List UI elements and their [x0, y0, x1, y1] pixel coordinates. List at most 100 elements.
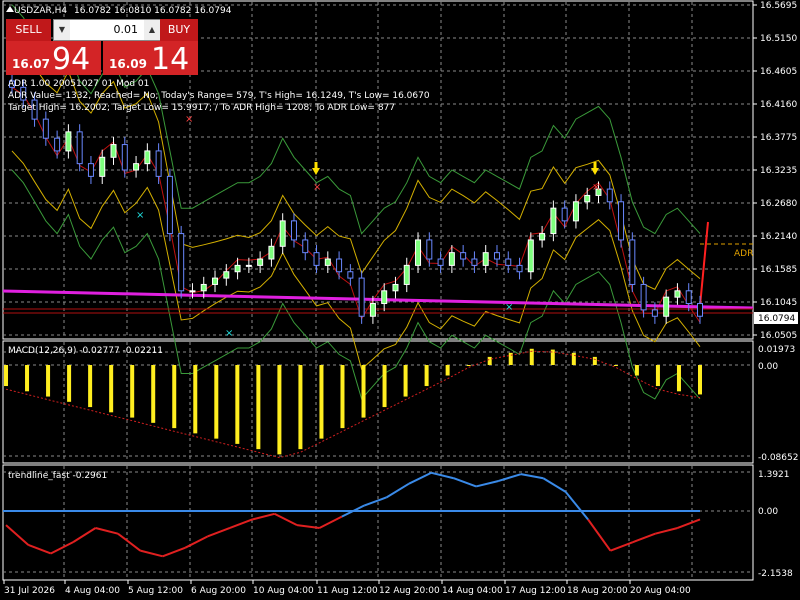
candle-body	[200, 283, 207, 292]
price-tick-label: 16.2140	[760, 232, 797, 242]
candle-body	[223, 271, 230, 279]
cross-marker-icon: ×	[225, 328, 233, 339]
trend-segment	[677, 518, 701, 529]
buy-price-big: 14	[151, 42, 190, 77]
candle-body	[369, 303, 376, 317]
price-tick-label: 16.3235	[760, 166, 797, 176]
candle-body	[212, 277, 219, 285]
candle-body	[697, 303, 703, 317]
candle-body	[663, 296, 670, 317]
candle-body	[54, 137, 61, 152]
macd-bar	[298, 365, 303, 450]
trend-segment	[140, 549, 163, 558]
candle-body	[448, 252, 455, 266]
price-tick-label: 16.2680	[760, 199, 797, 209]
macd-bar	[235, 365, 240, 444]
adr-line-2: ADR Value= 1332, Reached= No; Today's Ra…	[8, 91, 430, 101]
sell-price-box[interactable]: 16.07 94	[6, 41, 101, 77]
lot-stepper[interactable]: ▼ 0.01 ▲	[53, 19, 161, 41]
macd-bar	[361, 365, 366, 418]
trend-segment	[498, 473, 522, 482]
candle-body	[381, 290, 388, 305]
macd-bar	[109, 365, 114, 413]
macd-bar	[676, 365, 681, 392]
time-tick-label: 14 Aug 04:00	[442, 586, 503, 596]
macd-axis-zero: 0.00	[758, 362, 778, 372]
macd-bar	[382, 365, 387, 408]
trend-axis-top: 1.3921	[758, 470, 790, 480]
trend-segment	[28, 544, 52, 555]
time-tick-label: 11 Aug 12:00	[317, 586, 378, 596]
lot-decrease-icon[interactable]: ▼	[54, 20, 70, 40]
macd-bar	[130, 365, 135, 418]
buy-button[interactable]: BUY	[160, 19, 198, 41]
lot-increase-icon[interactable]: ▲	[144, 20, 160, 40]
trend-segment	[184, 535, 208, 549]
trend-segment	[72, 527, 97, 543]
candle-body	[572, 201, 579, 222]
macd-bar	[487, 356, 492, 365]
candle-body	[121, 144, 128, 171]
candle-body	[257, 258, 264, 266]
candle-body	[302, 239, 309, 254]
time-tick-label: 4 Aug 04:00	[65, 586, 120, 596]
adr-line-3: Target High= 16.2002; Target Low= 15.991…	[7, 103, 395, 113]
candle-body	[471, 258, 478, 266]
trend-segment	[453, 477, 477, 488]
candle-body	[392, 283, 399, 292]
candle-body	[651, 309, 658, 317]
sell-button[interactable]: SELL	[6, 19, 51, 41]
time-tick-label: 5 Aug 12:00	[128, 586, 183, 596]
macd-bar	[256, 365, 261, 450]
cross-marker-icon: ×	[505, 302, 513, 313]
trend-axis-zero: 0.00	[758, 507, 778, 517]
macd-axis-bottom: -0.08652	[758, 453, 798, 463]
candle-body	[245, 264, 252, 267]
candle-body	[178, 233, 185, 292]
candle-body	[99, 156, 106, 177]
chart-svg[interactable]: × × × × × × USDZAR,H4 16.0782 16.0810 16.0782…	[0, 0, 800, 600]
trend-segment	[363, 496, 387, 507]
time-tick-label: 10 Aug 04:00	[253, 586, 314, 596]
buy-price-box[interactable]: 16.09 14	[103, 41, 198, 77]
trend-segment	[95, 527, 119, 535]
trend-segment	[542, 477, 567, 493]
lot-value[interactable]: 0.01	[72, 20, 142, 40]
candle-body	[155, 150, 162, 177]
macd-bar	[67, 365, 72, 402]
candle-body	[415, 239, 422, 266]
current-price-label: 16.0794	[758, 314, 795, 324]
cross-marker-icon: ×	[592, 182, 600, 193]
candle-body	[76, 131, 83, 165]
macd-bar	[655, 365, 660, 387]
macd-bar	[466, 365, 471, 366]
candle-body	[279, 220, 286, 247]
macd-bar	[4, 365, 8, 387]
trendline-plot	[3, 471, 701, 558]
trend-segment	[564, 491, 589, 521]
trend-segment	[587, 518, 612, 552]
macd-bar	[592, 356, 597, 365]
price-tick-label: 16.5695	[760, 1, 797, 11]
trend-segment	[117, 532, 141, 552]
trend-segment	[386, 482, 410, 499]
candle-body	[234, 264, 241, 273]
candle-body	[358, 277, 365, 317]
trend-segment	[274, 512, 298, 527]
macd-bar	[403, 365, 408, 397]
trend-segment	[162, 546, 186, 558]
macd-axis-top: 0.01973	[758, 345, 795, 355]
candle-body	[606, 188, 613, 203]
trend-segment	[207, 527, 231, 538]
candle-body	[336, 258, 343, 273]
trend-segment	[431, 471, 454, 480]
macd-bar	[445, 365, 450, 376]
macd-bar	[214, 365, 219, 439]
price-tick-label: 16.0505	[760, 331, 797, 341]
time-tick-label: 12 Aug 20:00	[379, 586, 440, 596]
trend-segment	[475, 480, 499, 488]
collapse-icon[interactable]	[6, 6, 14, 12]
candle-body	[527, 239, 534, 273]
candle-body	[437, 258, 444, 266]
macd-label: MACD(12,26,9) -0.02777 -0.02211	[8, 346, 163, 356]
